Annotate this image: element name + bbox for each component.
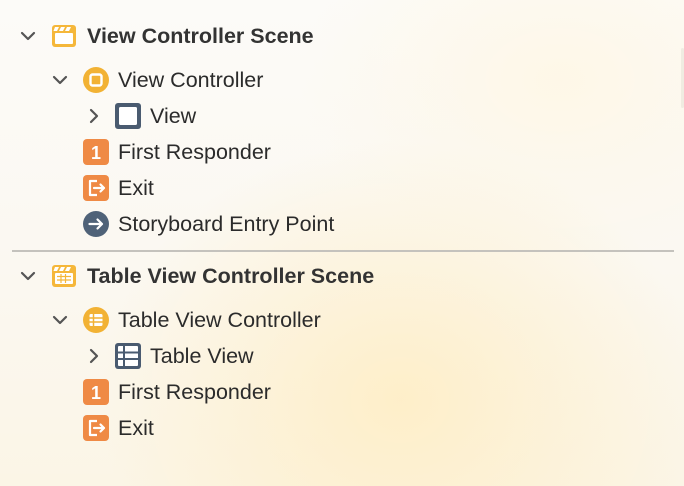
chevron-down-icon[interactable] [51, 311, 69, 329]
table-view-label: Table View [150, 344, 254, 368]
outline-row-first-responder[interactable]: 1 First Responder [0, 374, 684, 410]
controller-label: Table View Controller [118, 308, 321, 332]
table-view-icon [114, 342, 142, 370]
exit-icon [82, 174, 110, 202]
scene-divider [12, 250, 674, 252]
first-responder-badge: 1 [91, 383, 101, 403]
first-responder-badge: 1 [91, 143, 101, 163]
document-outline: View Controller Scene View Controller Vi… [0, 0, 684, 486]
chevron-down-icon[interactable] [51, 71, 69, 89]
outline-row-exit[interactable]: Exit [0, 410, 684, 446]
exit-icon [82, 414, 110, 442]
outline-row-exit[interactable]: Exit [0, 170, 684, 206]
outline-row-table-view-controller[interactable]: Table View Controller [0, 302, 684, 338]
exit-label: Exit [118, 176, 154, 200]
chevron-down-icon[interactable] [19, 27, 37, 45]
controller-label: View Controller [118, 68, 264, 92]
table-view-controller-icon [82, 306, 110, 334]
outline-row-table-view[interactable]: Table View [0, 338, 684, 374]
outline-row-first-responder[interactable]: 1 First Responder [0, 134, 684, 170]
view-icon [114, 102, 142, 130]
first-responder-icon: 1 [82, 378, 110, 406]
scene-clapperboard-icon [50, 22, 78, 50]
view-controller-icon [82, 66, 110, 94]
entry-point-label: Storyboard Entry Point [118, 212, 335, 236]
chevron-right-icon[interactable] [85, 107, 103, 125]
first-responder-label: First Responder [118, 380, 271, 404]
chevron-down-icon[interactable] [19, 267, 37, 285]
first-responder-label: First Responder [118, 140, 271, 164]
entry-point-arrow-icon [82, 210, 110, 238]
outline-row-view-controller-scene[interactable]: View Controller Scene [0, 18, 684, 54]
outline-row-view-controller[interactable]: View Controller [0, 62, 684, 98]
outline-row-storyboard-entry-point[interactable]: Storyboard Entry Point [0, 206, 684, 242]
view-label: View [150, 104, 197, 128]
outline-row-view[interactable]: View [0, 98, 684, 134]
outline-row-table-view-controller-scene[interactable]: Table View Controller Scene [0, 258, 684, 294]
scene-title: View Controller Scene [87, 24, 314, 48]
scene-title: Table View Controller Scene [87, 264, 375, 288]
exit-label: Exit [118, 416, 154, 440]
scene-clapperboard-icon [50, 262, 78, 290]
chevron-right-icon[interactable] [85, 347, 103, 365]
first-responder-icon: 1 [82, 138, 110, 166]
